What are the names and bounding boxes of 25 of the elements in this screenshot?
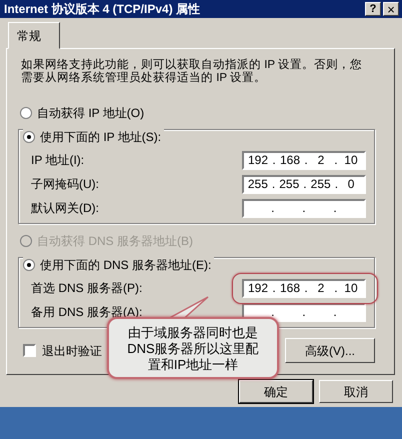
ok-button[interactable]: 确定: [239, 380, 313, 403]
checkbox-label: 退出时验证: [42, 342, 102, 360]
radio-label: 自动获得 IP 地址(O): [37, 105, 144, 122]
tab[interactable]: 常规: [8, 22, 60, 49]
field-label: 子网掩码(U):: [31, 176, 99, 193]
window-title: Internet 协议版本 4 (TCP/IPv4) 属性: [4, 1, 202, 18]
radio-button[interactable]: [23, 259, 35, 271]
field-label: 默认网关(D):: [31, 200, 99, 217]
close-button[interactable]: ×: [383, 2, 399, 16]
ip-address-field[interactable]: 192 . 168 . 2 . 10: [242, 150, 366, 170]
ip-address-field[interactable]: 255 . 255 . 255 . 0: [242, 174, 366, 194]
ip-address-field[interactable]: . . .: [242, 198, 366, 218]
help-button[interactable]: ?: [365, 2, 381, 16]
cancel-button[interactable]: 取消: [319, 380, 393, 403]
radio-label: 使用下面的 IP 地址(S):: [40, 129, 162, 146]
advanced-button[interactable]: 高级(V)...: [285, 338, 375, 363]
radio-label: 自动获得 DNS 服务器地址(B): [37, 233, 193, 250]
checkbox[interactable]: [23, 344, 36, 357]
radio-label: 使用下面的 DNS 服务器地址(E):: [40, 257, 212, 274]
ip-address-field[interactable]: 192 . 168 . 2 . 10: [242, 278, 366, 298]
field-label: IP 地址(I):: [31, 152, 84, 169]
description-text: 如果网络支持此功能，则可以获取自动指派的 IP 设置。否则，您需要从网络系统管理员处获得适当的 IP 设置。: [21, 59, 364, 85]
radio-button[interactable]: [20, 107, 32, 119]
field-label: 首选 DNS 服务器(P):: [31, 280, 142, 297]
radio-button[interactable]: [23, 131, 35, 143]
